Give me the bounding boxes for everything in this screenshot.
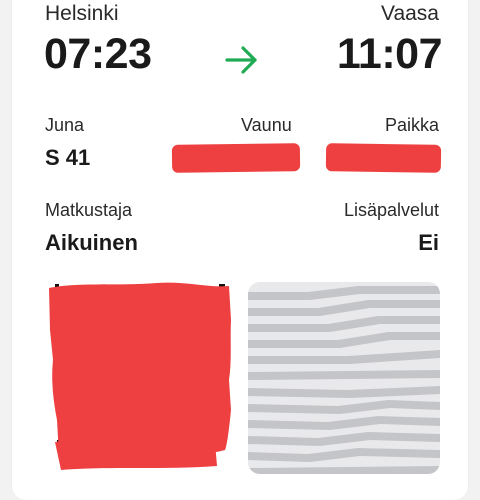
train-label: Juna <box>45 115 85 135</box>
arrival-city: Vaasa <box>381 2 439 25</box>
seat-label: Paikka <box>384 115 439 135</box>
car-value-redaction <box>171 143 301 173</box>
extras-label: Lisäpalvelut <box>343 200 439 220</box>
seat-value-redaction <box>325 143 442 173</box>
arrow-right-icon <box>225 46 257 74</box>
passenger-value: Aikuinen <box>45 230 138 255</box>
car-label: Vaunu <box>241 115 292 135</box>
extras-value: Ei <box>418 230 439 255</box>
departure-time: 07:23 <box>44 30 152 78</box>
arrival-time: 11:07 <box>336 30 443 78</box>
ticket-barcode-redacted <box>47 280 232 480</box>
ticket-card: Helsinki Vaasa 07:23 11:07 Juna Vaunu Pa… <box>12 0 468 500</box>
ticket-security-pattern <box>248 282 440 474</box>
passenger-label: Matkustaja <box>45 200 133 220</box>
departure-city: Helsinki <box>45 2 119 25</box>
train-value: S 41 <box>45 145 91 170</box>
